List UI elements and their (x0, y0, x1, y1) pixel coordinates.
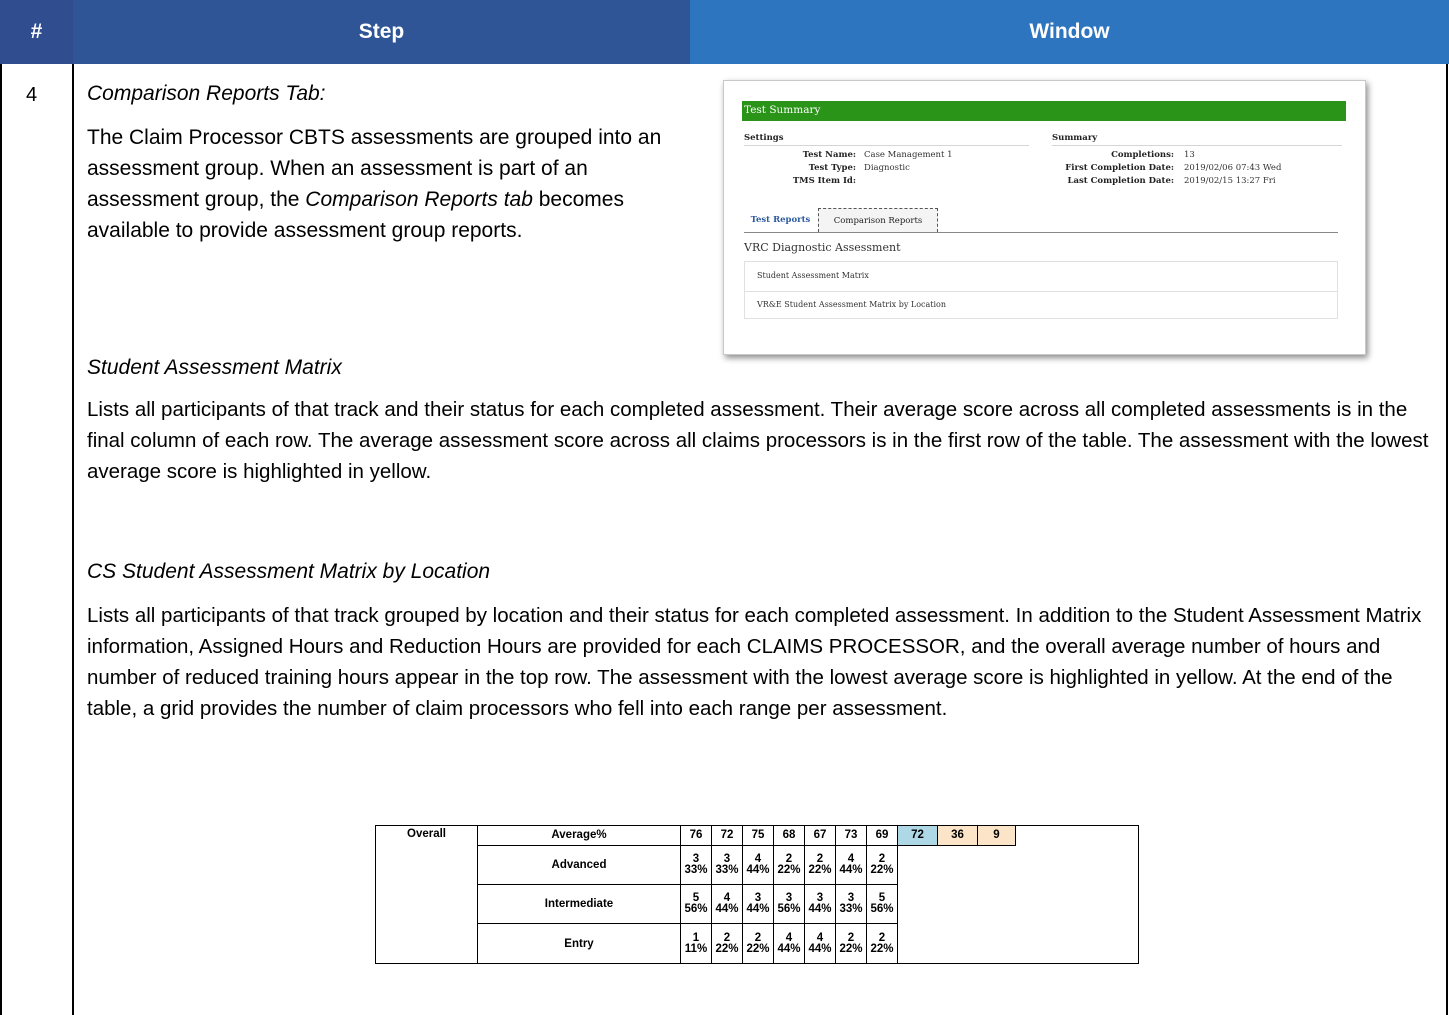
step-title: Comparison Reports Tab: (87, 82, 326, 105)
header-step: Step (73, 0, 690, 64)
section-body-student-matrix: Lists all participants of that track and… (87, 398, 1429, 483)
average-cell: 68 (774, 826, 805, 846)
range-pct: 44% (777, 943, 801, 955)
step-intro: The Claim Processor CBTS assessments are… (87, 122, 677, 246)
range-cell: 3 44% (805, 885, 836, 924)
range-pct: 22% (746, 943, 770, 955)
range-cell: 3 44% (743, 885, 774, 924)
summary-label: Summary (1052, 133, 1098, 143)
header-window: Window (690, 0, 1449, 64)
test-name-key: Test Name: (802, 150, 856, 160)
test-type-value: Diagnostic (864, 163, 910, 173)
settings-rule (744, 145, 1029, 146)
report-list: Student Assessment Matrix VR&E Student A… (744, 261, 1338, 319)
step-number: 4 (26, 84, 38, 106)
range-cell: 2 22% (867, 846, 898, 885)
test-summary-bar: Test Summary (742, 101, 1346, 121)
row-label-intermediate: Intermediate (478, 885, 681, 924)
range-pct: 44% (715, 903, 739, 915)
range-cell: 3 33% (681, 846, 712, 885)
table-border-right (1446, 64, 1448, 1015)
first-completion-key: First Completion Date: (1065, 163, 1174, 173)
tab-comparison-reports[interactable]: Comparison Reports (818, 208, 938, 232)
range-pct: 33% (684, 864, 708, 876)
test-type-key: Test Type: (808, 163, 856, 173)
range-pct: 56% (777, 903, 801, 915)
average-cell: 75 (743, 826, 774, 846)
row-label-advanced: Advanced (478, 846, 681, 885)
range-pct: 44% (839, 864, 863, 876)
range-cell: 1 11% (681, 924, 712, 964)
first-completion-value: 2019/02/06 07:43 Wed (1184, 163, 1282, 173)
range-pct: 22% (715, 943, 739, 955)
section-heading-student-matrix: Student Assessment Matrix (87, 356, 342, 379)
range-cell: 4 44% (712, 885, 743, 924)
range-cell: 4 44% (743, 846, 774, 885)
range-pct: 56% (870, 903, 894, 915)
last-completion-value: 2019/02/15 13:27 Fri (1184, 176, 1276, 186)
range-pct: 22% (870, 864, 894, 876)
range-cell: 5 56% (867, 885, 898, 924)
settings-label: Settings (744, 133, 784, 143)
range-pct: 56% (684, 903, 708, 915)
range-cell: 2 22% (836, 924, 867, 964)
tms-item-id-key: TMS Item Id: (792, 176, 856, 186)
range-cell: 2 22% (805, 846, 836, 885)
range-cell: 3 56% (774, 885, 805, 924)
completions-value: 13 (1184, 150, 1195, 160)
completions-key: Completions: (1111, 150, 1174, 160)
average-hours-cell: 72 (898, 826, 938, 846)
range-pct: 44% (746, 864, 770, 876)
range-cell: 2 22% (743, 924, 774, 964)
section-body-matrix-by-location: Lists all participants of that track gro… (87, 604, 1422, 720)
average-cell: 67 (805, 826, 836, 846)
tab-underline (744, 232, 1338, 233)
average-label-cell: Average% (478, 826, 681, 846)
range-pct: 22% (839, 943, 863, 955)
range-cell: 4 44% (774, 924, 805, 964)
range-cell: 2 22% (774, 846, 805, 885)
report-list-divider (745, 291, 1337, 292)
assessment-matrix-grid: Overall Average% 76 72 75 68 67 73 69 72… (375, 825, 1139, 964)
range-pct: 44% (808, 943, 832, 955)
range-pct: 33% (839, 903, 863, 915)
reduction-hours-cell: 9 (978, 826, 1016, 846)
range-pct: 22% (808, 864, 832, 876)
range-cell: 3 33% (712, 846, 743, 885)
range-pct: 44% (808, 903, 832, 915)
range-pct: 11% (684, 943, 708, 955)
average-cell: 69 (867, 826, 898, 846)
range-cell: 2 22% (867, 924, 898, 964)
test-summary-screenshot: Test Summary Settings Summary Test Name:… (723, 80, 1366, 355)
range-cell: 4 44% (836, 846, 867, 885)
procedure-table: # Step Window 4 Comparison Reports Tab: … (0, 0, 1449, 1015)
range-pct: 22% (870, 943, 894, 955)
section-heading-matrix-by-location: CS Student Assessment Matrix by Location (87, 560, 491, 583)
tab-test-reports[interactable]: Test Reports (744, 208, 817, 232)
last-completion-key: Last Completion Date: (1067, 176, 1174, 186)
average-cell: 76 (681, 826, 712, 846)
row-label-entry: Entry (478, 924, 681, 964)
overall-label-cell: Overall (376, 826, 478, 964)
assigned-hours-cell: 36 (938, 826, 978, 846)
summary-rule (1052, 145, 1342, 146)
test-name-value: Case Management 1 (864, 150, 953, 160)
header-number: # (0, 0, 73, 64)
table-column-divider (72, 64, 74, 1015)
range-cell: 4 44% (805, 924, 836, 964)
range-cell: 3 33% (836, 885, 867, 924)
intro-italic-term: Comparison Reports tab (305, 188, 533, 211)
range-pct: 44% (746, 903, 770, 915)
report-link-matrix-by-location[interactable]: VR&E Student Assessment Matrix by Locati… (757, 300, 946, 309)
range-pct: 33% (715, 864, 739, 876)
average-cell: 72 (712, 826, 743, 846)
report-link-student-matrix[interactable]: Student Assessment Matrix (757, 271, 869, 280)
table-border-left (0, 64, 2, 1015)
average-cell: 73 (836, 826, 867, 846)
assessment-heading: VRC Diagnostic Assessment (744, 241, 901, 254)
range-cell: 5 56% (681, 885, 712, 924)
range-cell: 2 22% (712, 924, 743, 964)
range-pct: 22% (777, 864, 801, 876)
